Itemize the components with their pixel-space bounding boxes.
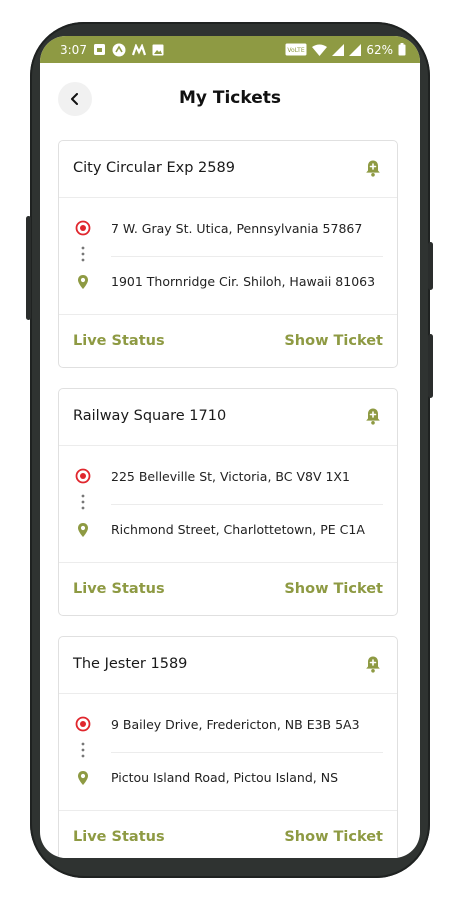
route-dots-icon	[81, 742, 85, 758]
battery-percent: 62%	[366, 42, 393, 57]
volume-down-button	[428, 334, 433, 398]
upload-icon	[112, 43, 126, 57]
status-time: 3:07	[60, 42, 87, 57]
route-dots-icon	[81, 494, 85, 510]
ticket-card: Railway Square 1710 225 Belleville St, V…	[58, 388, 398, 616]
bell-plus-icon[interactable]	[363, 654, 383, 674]
page-title: My Tickets	[178, 88, 282, 108]
route-divider	[111, 752, 383, 753]
show-ticket-button[interactable]: Show Ticket	[284, 829, 383, 845]
route: 7 W. Gray St. Utica, Pennsylvania 57867 …	[59, 198, 397, 315]
sim-card-icon	[93, 43, 106, 56]
origin-address: 7 W. Gray St. Utica, Pennsylvania 57867	[111, 221, 363, 236]
route-dots-icon	[81, 246, 85, 262]
screen: 3:07 VoLTE 62% My Tickets City Circular …	[40, 36, 420, 858]
ticket-header: The Jester 1589	[59, 637, 397, 694]
ticket-actions: Live Status Show Ticket	[59, 563, 397, 617]
status-bar: 3:07 VoLTE 62%	[40, 36, 420, 63]
route-divider	[111, 256, 383, 257]
route-divider	[111, 504, 383, 505]
volume-up-button	[428, 242, 433, 290]
ticket-title: The Jester 1589	[73, 656, 188, 672]
ticket-title: Railway Square 1710	[73, 408, 227, 424]
volte-icon: VoLTE	[285, 43, 307, 56]
origin-address: 9 Bailey Drive, Fredericton, NB E3B 5A3	[111, 717, 360, 732]
signal-icon	[349, 43, 362, 56]
origin-target-icon	[75, 468, 91, 484]
destination-address: Richmond Street, Charlottetown, PE C1A	[111, 522, 365, 537]
bell-plus-icon[interactable]	[363, 406, 383, 426]
route: 9 Bailey Drive, Fredericton, NB E3B 5A3 …	[59, 694, 397, 811]
show-ticket-button[interactable]: Show Ticket	[284, 333, 383, 349]
volte-text: VoLTE	[288, 47, 305, 54]
image-icon	[152, 44, 164, 56]
ticket-actions: Live Status Show Ticket	[59, 315, 397, 369]
location-pin-icon	[78, 523, 88, 537]
ticket-title: City Circular Exp 2589	[73, 160, 235, 176]
ticket-card: The Jester 1589 9 Bailey Drive, Frederic…	[58, 636, 398, 858]
destination-address: 1901 Thornridge Cir. Shiloh, Hawaii 8106…	[111, 274, 376, 289]
bell-plus-icon[interactable]	[363, 158, 383, 178]
origin-address: 225 Belleville St, Victoria, BC V8V 1X1	[111, 469, 350, 484]
wifi-icon	[312, 44, 328, 56]
live-status-button[interactable]: Live Status	[73, 829, 165, 845]
destination-address: Pictou Island Road, Pictou Island, NS	[111, 770, 339, 785]
signal-icon	[332, 43, 345, 56]
ticket-card: City Circular Exp 2589 7 W. Gray St. Uti…	[58, 140, 398, 368]
ticket-header: City Circular Exp 2589	[59, 141, 397, 198]
live-status-button[interactable]: Live Status	[73, 333, 165, 349]
location-pin-icon	[78, 771, 88, 785]
ticket-actions: Live Status Show Ticket	[59, 811, 397, 858]
show-ticket-button[interactable]: Show Ticket	[284, 581, 383, 597]
maps-icon	[131, 43, 146, 56]
origin-target-icon	[75, 716, 91, 732]
origin-target-icon	[75, 220, 91, 236]
live-status-button[interactable]: Live Status	[73, 581, 165, 597]
power-button	[26, 216, 31, 320]
ticket-header: Railway Square 1710	[59, 389, 397, 446]
location-pin-icon	[78, 275, 88, 289]
battery-icon	[398, 43, 406, 56]
header: My Tickets	[40, 82, 420, 118]
route: 225 Belleville St, Victoria, BC V8V 1X1 …	[59, 446, 397, 563]
